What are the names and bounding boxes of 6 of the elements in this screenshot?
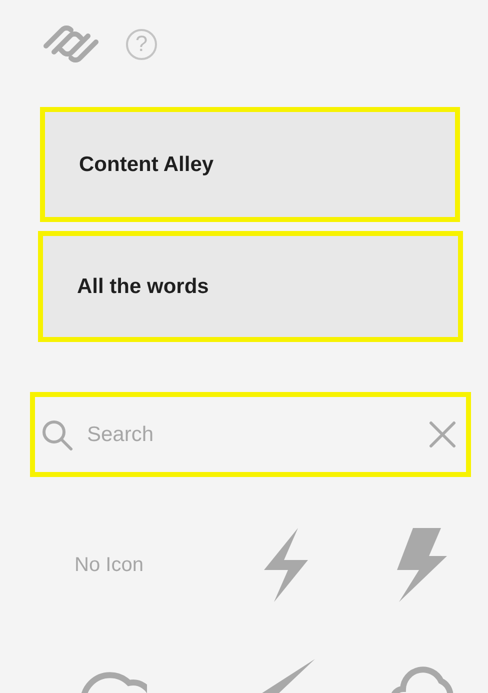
search-bar[interactable]: Search <box>30 392 471 477</box>
search-field[interactable]: Search <box>85 422 417 448</box>
site-card[interactable]: Content Alley <box>40 107 460 222</box>
site-card[interactable]: All the words <box>38 231 463 342</box>
card-title: All the words <box>77 274 209 298</box>
card-title: Content Alley <box>79 152 214 176</box>
